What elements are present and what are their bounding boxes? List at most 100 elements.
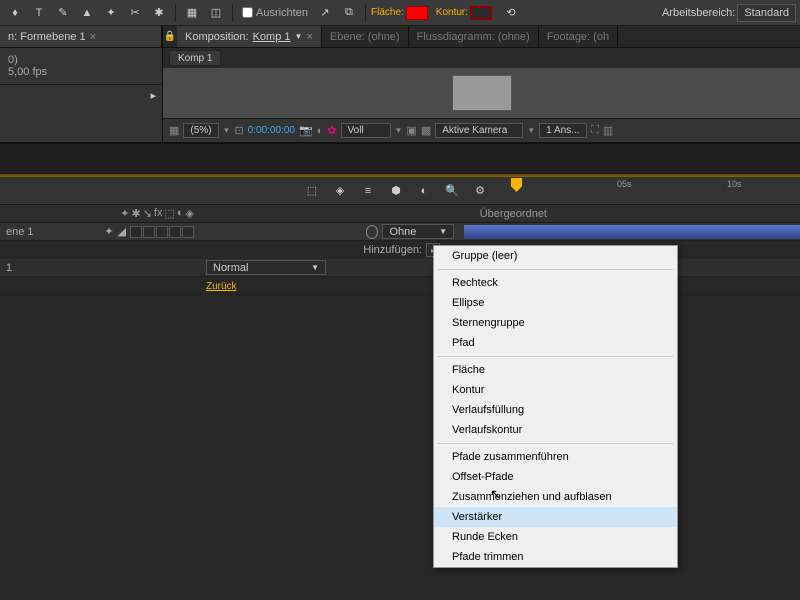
stamp-tool-icon[interactable]: ▲ [76, 2, 98, 24]
roto-tool-icon[interactable]: ✂ [124, 2, 146, 24]
info-line: 0) [8, 54, 154, 66]
chevron-down-icon[interactable]: ▼ [527, 126, 535, 135]
menu-item-stroke[interactable]: Kontur [434, 380, 677, 400]
play-icon[interactable]: ▸ [150, 89, 156, 102]
project-tab[interactable]: n: Formebene 1 × [0, 26, 162, 47]
flowchart-tab[interactable]: Flussdiagramm: (ohne) [409, 26, 539, 47]
layer-track[interactable] [460, 223, 800, 240]
grid-icon[interactable]: ▦ [169, 124, 179, 137]
mask-icon[interactable]: ▣ [406, 124, 416, 137]
search-icon[interactable]: 🔍 [441, 180, 463, 202]
switch-icon[interactable]: ⬚ [164, 207, 174, 220]
layer-index: 1 [6, 262, 12, 274]
project-panel: n: Formebene 1 × 0) 5,00 fps ▸ [0, 26, 163, 142]
timeline-layer-row[interactable]: ene 1 ✦ ◢ Ohne ▼ [0, 223, 800, 241]
menu-item-fill[interactable]: Fläche [434, 360, 677, 380]
align-checkbox[interactable]: Ausrichten [238, 7, 312, 19]
main-toolbar: ♦ T ✎ ▲ ✦ ✂ ✱ ▦ ◫ Ausrichten ↗ ⧉ Fläche:… [0, 0, 800, 26]
close-icon[interactable]: × [90, 31, 96, 43]
time-ruler[interactable]: 05s 10s [505, 177, 792, 204]
workspace-dropdown[interactable]: Standard [737, 4, 796, 22]
stroke-label: Kontur: [436, 7, 468, 18]
menu-item-polystar[interactable]: Sternengruppe [434, 313, 677, 333]
graph-icon[interactable]: ⬚ [301, 180, 323, 202]
brush-tool-icon[interactable]: ✎ [52, 2, 74, 24]
camera-dropdown[interactable]: Aktive Kamera [435, 123, 523, 138]
menu-item-gradient-fill[interactable]: Verlaufsfüllung [434, 400, 677, 420]
menu-separator [438, 356, 673, 357]
chevron-down-icon[interactable]: ▼ [395, 126, 403, 135]
playhead-icon[interactable] [511, 178, 522, 192]
chevron-down-icon[interactable]: ▼ [223, 126, 231, 135]
expand-icon[interactable]: ⛶ [591, 124, 599, 137]
misc-icon[interactable]: ◐ [317, 125, 324, 137]
blur-icon[interactable]: ◐ [413, 180, 435, 202]
comp-subtab[interactable]: Komp 1 [169, 50, 221, 66]
switch-icon[interactable]: ◈ [186, 207, 194, 220]
pixel-icon[interactable]: ▥ [603, 124, 613, 137]
menu-item-pucker-bloat[interactable]: Zusammenziehen und aufblasen [434, 487, 677, 507]
switch-icon[interactable]: ✱ [131, 207, 140, 220]
switch-icon[interactable]: ↘ [143, 207, 152, 220]
link-icon[interactable]: ⟲ [500, 2, 522, 24]
bbox-icon[interactable]: ⧉ [338, 2, 360, 24]
parent-dropdown[interactable]: Ohne ▼ [382, 224, 454, 239]
3d-icon[interactable]: ◈ [329, 180, 351, 202]
color-icon[interactable]: ✿ [327, 124, 336, 137]
menu-item-round-corners[interactable]: Runde Ecken [434, 527, 677, 547]
eraser-tool-icon[interactable]: ✦ [100, 2, 122, 24]
tab-label: Footage: (oh [547, 31, 609, 43]
menu-item-trim-paths[interactable]: Pfade trimmen [434, 547, 677, 567]
switch-icon[interactable]: ◢ [118, 225, 126, 238]
comp-tab-prefix: Komposition: [185, 31, 249, 43]
layer-bar[interactable] [464, 225, 800, 239]
switch-icon[interactable]: ✦ [120, 207, 129, 220]
composition-panel: 🔒 Komposition: Komp 1 ▼ × Ebene: (ohne) … [163, 26, 800, 142]
comp-tab-name: Komp 1 [253, 31, 291, 43]
lock-icon[interactable]: 🔒 [164, 31, 176, 42]
layer-tab[interactable]: Ebene: (ohne) [322, 26, 409, 47]
composition-viewer[interactable] [163, 68, 800, 118]
menu-item-group-empty[interactable]: Gruppe (leer) [434, 246, 677, 266]
switch-icon[interactable]: ✦ [104, 225, 113, 238]
menu-item-gradient-stroke[interactable]: Verlaufskontur [434, 420, 677, 440]
zoom-dropdown[interactable]: (5%) [183, 123, 218, 138]
menu-item-ellipse[interactable]: Ellipse [434, 293, 677, 313]
menu-item-repeater[interactable]: Verstärker [434, 507, 677, 527]
align-check-input[interactable] [242, 7, 253, 18]
timeline-back-row: Zurück [0, 277, 800, 295]
close-icon[interactable]: × [306, 31, 312, 43]
snap-icon[interactable]: ◫ [205, 2, 227, 24]
timecode-display[interactable]: 0:00:00:00 [248, 125, 295, 136]
switch-boxes[interactable] [130, 226, 194, 238]
puppet-tool-icon[interactable]: ✱ [148, 2, 170, 24]
pickwhip-icon[interactable] [366, 225, 378, 239]
camera-icon[interactable]: 📷 [299, 124, 313, 137]
grid-icon[interactable]: ▦ [181, 2, 203, 24]
workspace-label: Arbeitsbereich: [662, 7, 735, 19]
chevron-down-icon[interactable]: ▼ [295, 32, 303, 41]
comp-tab[interactable]: Komposition: Komp 1 ▼ × [177, 26, 322, 47]
menu-item-merge-paths[interactable]: Pfade zusammenführen [434, 447, 677, 467]
transparency-icon[interactable]: ▩ [421, 124, 431, 137]
stroke-swatch[interactable] [470, 6, 492, 20]
type-tool-icon[interactable]: T [28, 2, 50, 24]
menu-item-rectangle[interactable]: Rechteck [434, 273, 677, 293]
pen-tool-icon[interactable]: ♦ [4, 2, 26, 24]
switch-icon[interactable]: ◐ [177, 207, 184, 220]
fill-swatch[interactable] [406, 6, 428, 20]
footage-tab[interactable]: Footage: (oh [539, 26, 618, 47]
menu-item-path[interactable]: Pfad [434, 333, 677, 353]
views-dropdown[interactable]: 1 Ans... [539, 123, 587, 138]
snap-toggle-icon[interactable]: ↗ [314, 2, 336, 24]
back-link[interactable]: Zurück [206, 281, 237, 292]
timeline-content-row[interactable]: 1 Normal ▼ [0, 259, 800, 277]
res-icon[interactable]: ⊡ [234, 124, 243, 137]
blend-mode-dropdown[interactable]: Normal ▼ [206, 260, 326, 275]
menu-item-offset-paths[interactable]: Offset-Pfade [434, 467, 677, 487]
gear-icon[interactable]: ⚙ [469, 180, 491, 202]
layers-icon[interactable]: ≡ [357, 180, 379, 202]
quality-dropdown[interactable]: Voll [341, 123, 391, 138]
switch-icon[interactable]: fx [154, 207, 163, 220]
motion-icon[interactable]: ⬢ [385, 180, 407, 202]
